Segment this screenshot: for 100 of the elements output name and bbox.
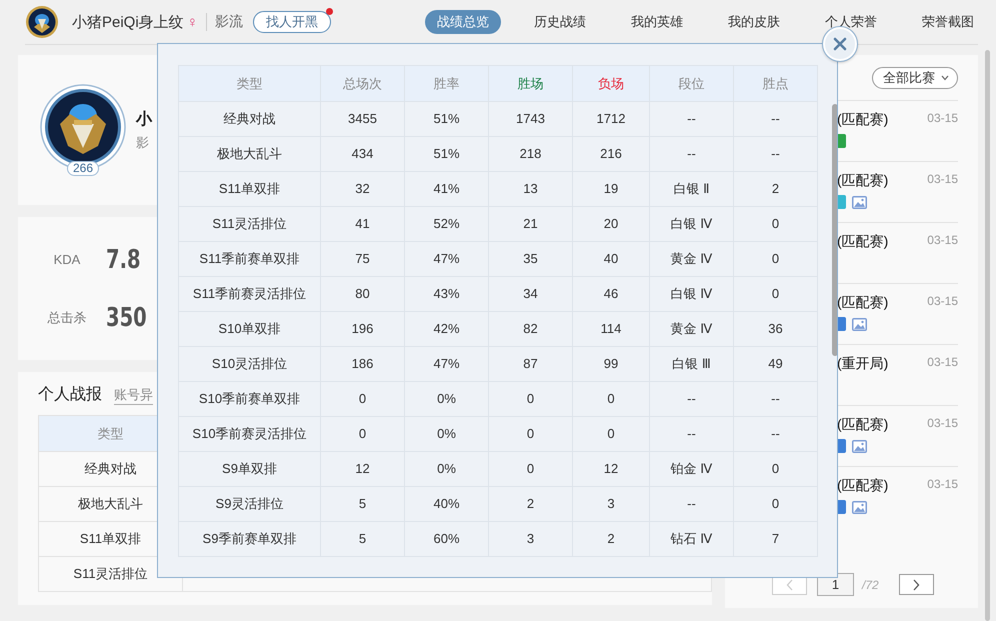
table-header: 胜场 — [488, 66, 572, 102]
table-cell: 13 — [488, 172, 572, 206]
table-cell: S9灵活排位 — [178, 486, 320, 522]
nav-tab[interactable]: 荣誉截图 — [910, 10, 986, 34]
table-cell: 51% — [404, 102, 488, 136]
table-cell: 0 — [734, 276, 818, 312]
table-cell: S11灵活排位 — [178, 206, 320, 242]
nav-tab[interactable]: 我的皮肤 — [716, 10, 792, 34]
table-cell: 43% — [404, 276, 488, 312]
table-cell: 20 — [572, 206, 650, 242]
table-cell: 216 — [572, 136, 650, 172]
server-name: 影流 — [214, 13, 243, 31]
table-cell: 钻石 Ⅳ — [650, 522, 734, 556]
table-cell: 47% — [404, 242, 488, 276]
table-cell: -- — [734, 102, 818, 136]
nav-tab[interactable]: 战绩总览 — [425, 10, 501, 34]
page-scrollbar[interactable] — [985, 50, 990, 621]
table-cell: S9季前赛单双排 — [178, 522, 320, 556]
table-cell: 36 — [734, 312, 818, 346]
table-cell: 42% — [404, 312, 488, 346]
table-cell: 极地大乱斗 — [178, 136, 320, 172]
stat-label: KDA — [52, 252, 82, 267]
table-cell: -- — [734, 382, 818, 416]
match-mode: (匹配赛) — [837, 111, 888, 129]
table-cell: 40% — [404, 486, 488, 522]
table-cell: 0 — [320, 382, 404, 416]
table-cell: 0% — [404, 382, 488, 416]
table-cell: 434 — [320, 136, 404, 172]
table-cell: 60% — [404, 522, 488, 556]
table-cell: 黄金 Ⅳ — [650, 242, 734, 276]
table-cell: 40 — [572, 242, 650, 276]
table-header: 胜率 — [404, 66, 488, 102]
match-mode: (重开局) — [837, 355, 888, 373]
table-cell: 35 — [488, 242, 572, 276]
profile-name: 小 — [136, 110, 152, 130]
table-cell: 49 — [734, 346, 818, 382]
next-page-button[interactable] — [898, 574, 934, 595]
match-date: 03-15 — [927, 416, 958, 432]
table-cell: -- — [734, 416, 818, 452]
table-cell: 1743 — [488, 102, 572, 136]
table-cell: 0% — [404, 416, 488, 452]
gender-symbol: ♀ — [186, 14, 198, 30]
close-button[interactable] — [823, 27, 857, 61]
table-cell: 0 — [488, 382, 572, 416]
table-cell: S9单双排 — [178, 452, 320, 486]
table-cell: 12 — [572, 452, 650, 486]
table-cell: 7 — [734, 522, 818, 556]
table-cell: 3 — [572, 486, 650, 522]
table-cell: -- — [650, 136, 734, 172]
chevron-left-icon — [786, 578, 794, 590]
table-cell: 52% — [404, 206, 488, 242]
table-cell: 99 — [572, 346, 650, 382]
team-up-button[interactable]: 找人开黑 — [252, 11, 331, 33]
table-cell: 186 — [320, 346, 404, 382]
scrollbar-thumb[interactable] — [832, 104, 837, 356]
table-cell: S10季前赛单双排 — [178, 382, 320, 416]
table-cell: 21 — [488, 206, 572, 242]
caret-icon — [941, 74, 949, 80]
stat-value: 7.8 — [106, 244, 141, 274]
chevron-right-icon — [912, 578, 920, 590]
table-cell: 12 — [320, 452, 404, 486]
nav-tab[interactable]: 历史战绩 — [522, 10, 598, 34]
table-cell: 1712 — [572, 102, 650, 136]
match-mode: (匹配赛) — [837, 172, 888, 190]
table-cell: 0 — [320, 416, 404, 452]
table-cell: 经典对战 — [178, 102, 320, 136]
player-name: 小猪PeiQi身上纹 — [72, 12, 184, 32]
table-cell: 5 — [320, 486, 404, 522]
table-cell: 218 — [488, 136, 572, 172]
profile-server: 影 — [136, 134, 150, 152]
table-header: 段位 — [650, 66, 734, 102]
table-header: 类型 — [178, 66, 320, 102]
stat-label: 总击杀 — [46, 308, 88, 326]
table-cell: 51% — [404, 136, 488, 172]
match-filter-dropdown[interactable]: 全部比赛 — [872, 66, 958, 88]
table-cell: 114 — [572, 312, 650, 346]
table-cell: 87 — [488, 346, 572, 382]
table-header: 负场 — [572, 66, 650, 102]
nav-tab[interactable]: 我的英雄 — [619, 10, 695, 34]
table-cell: 41% — [404, 172, 488, 206]
table-cell: 0 — [734, 486, 818, 522]
table-cell: 0 — [734, 242, 818, 276]
table-cell: 32 — [320, 172, 404, 206]
table-cell: 0 — [572, 382, 650, 416]
table-cell: 80 — [320, 276, 404, 312]
table-cell: 2 — [734, 172, 818, 206]
table-cell: 0 — [572, 416, 650, 452]
table-cell: 34 — [488, 276, 572, 312]
level-badge: 266 — [67, 161, 100, 176]
page-total: /72 — [862, 578, 879, 592]
table-cell: -- — [650, 102, 734, 136]
match-mode: (匹配赛) — [837, 233, 888, 251]
table-cell: 19 — [572, 172, 650, 206]
match-mode: (匹配赛) — [837, 294, 888, 312]
table-cell: 5 — [320, 522, 404, 556]
table-cell: 47% — [404, 346, 488, 382]
match-date: 03-15 — [927, 477, 958, 493]
table-cell: 0 — [734, 452, 818, 486]
close-icon — [833, 37, 847, 51]
match-mode: (匹配赛) — [837, 477, 888, 495]
